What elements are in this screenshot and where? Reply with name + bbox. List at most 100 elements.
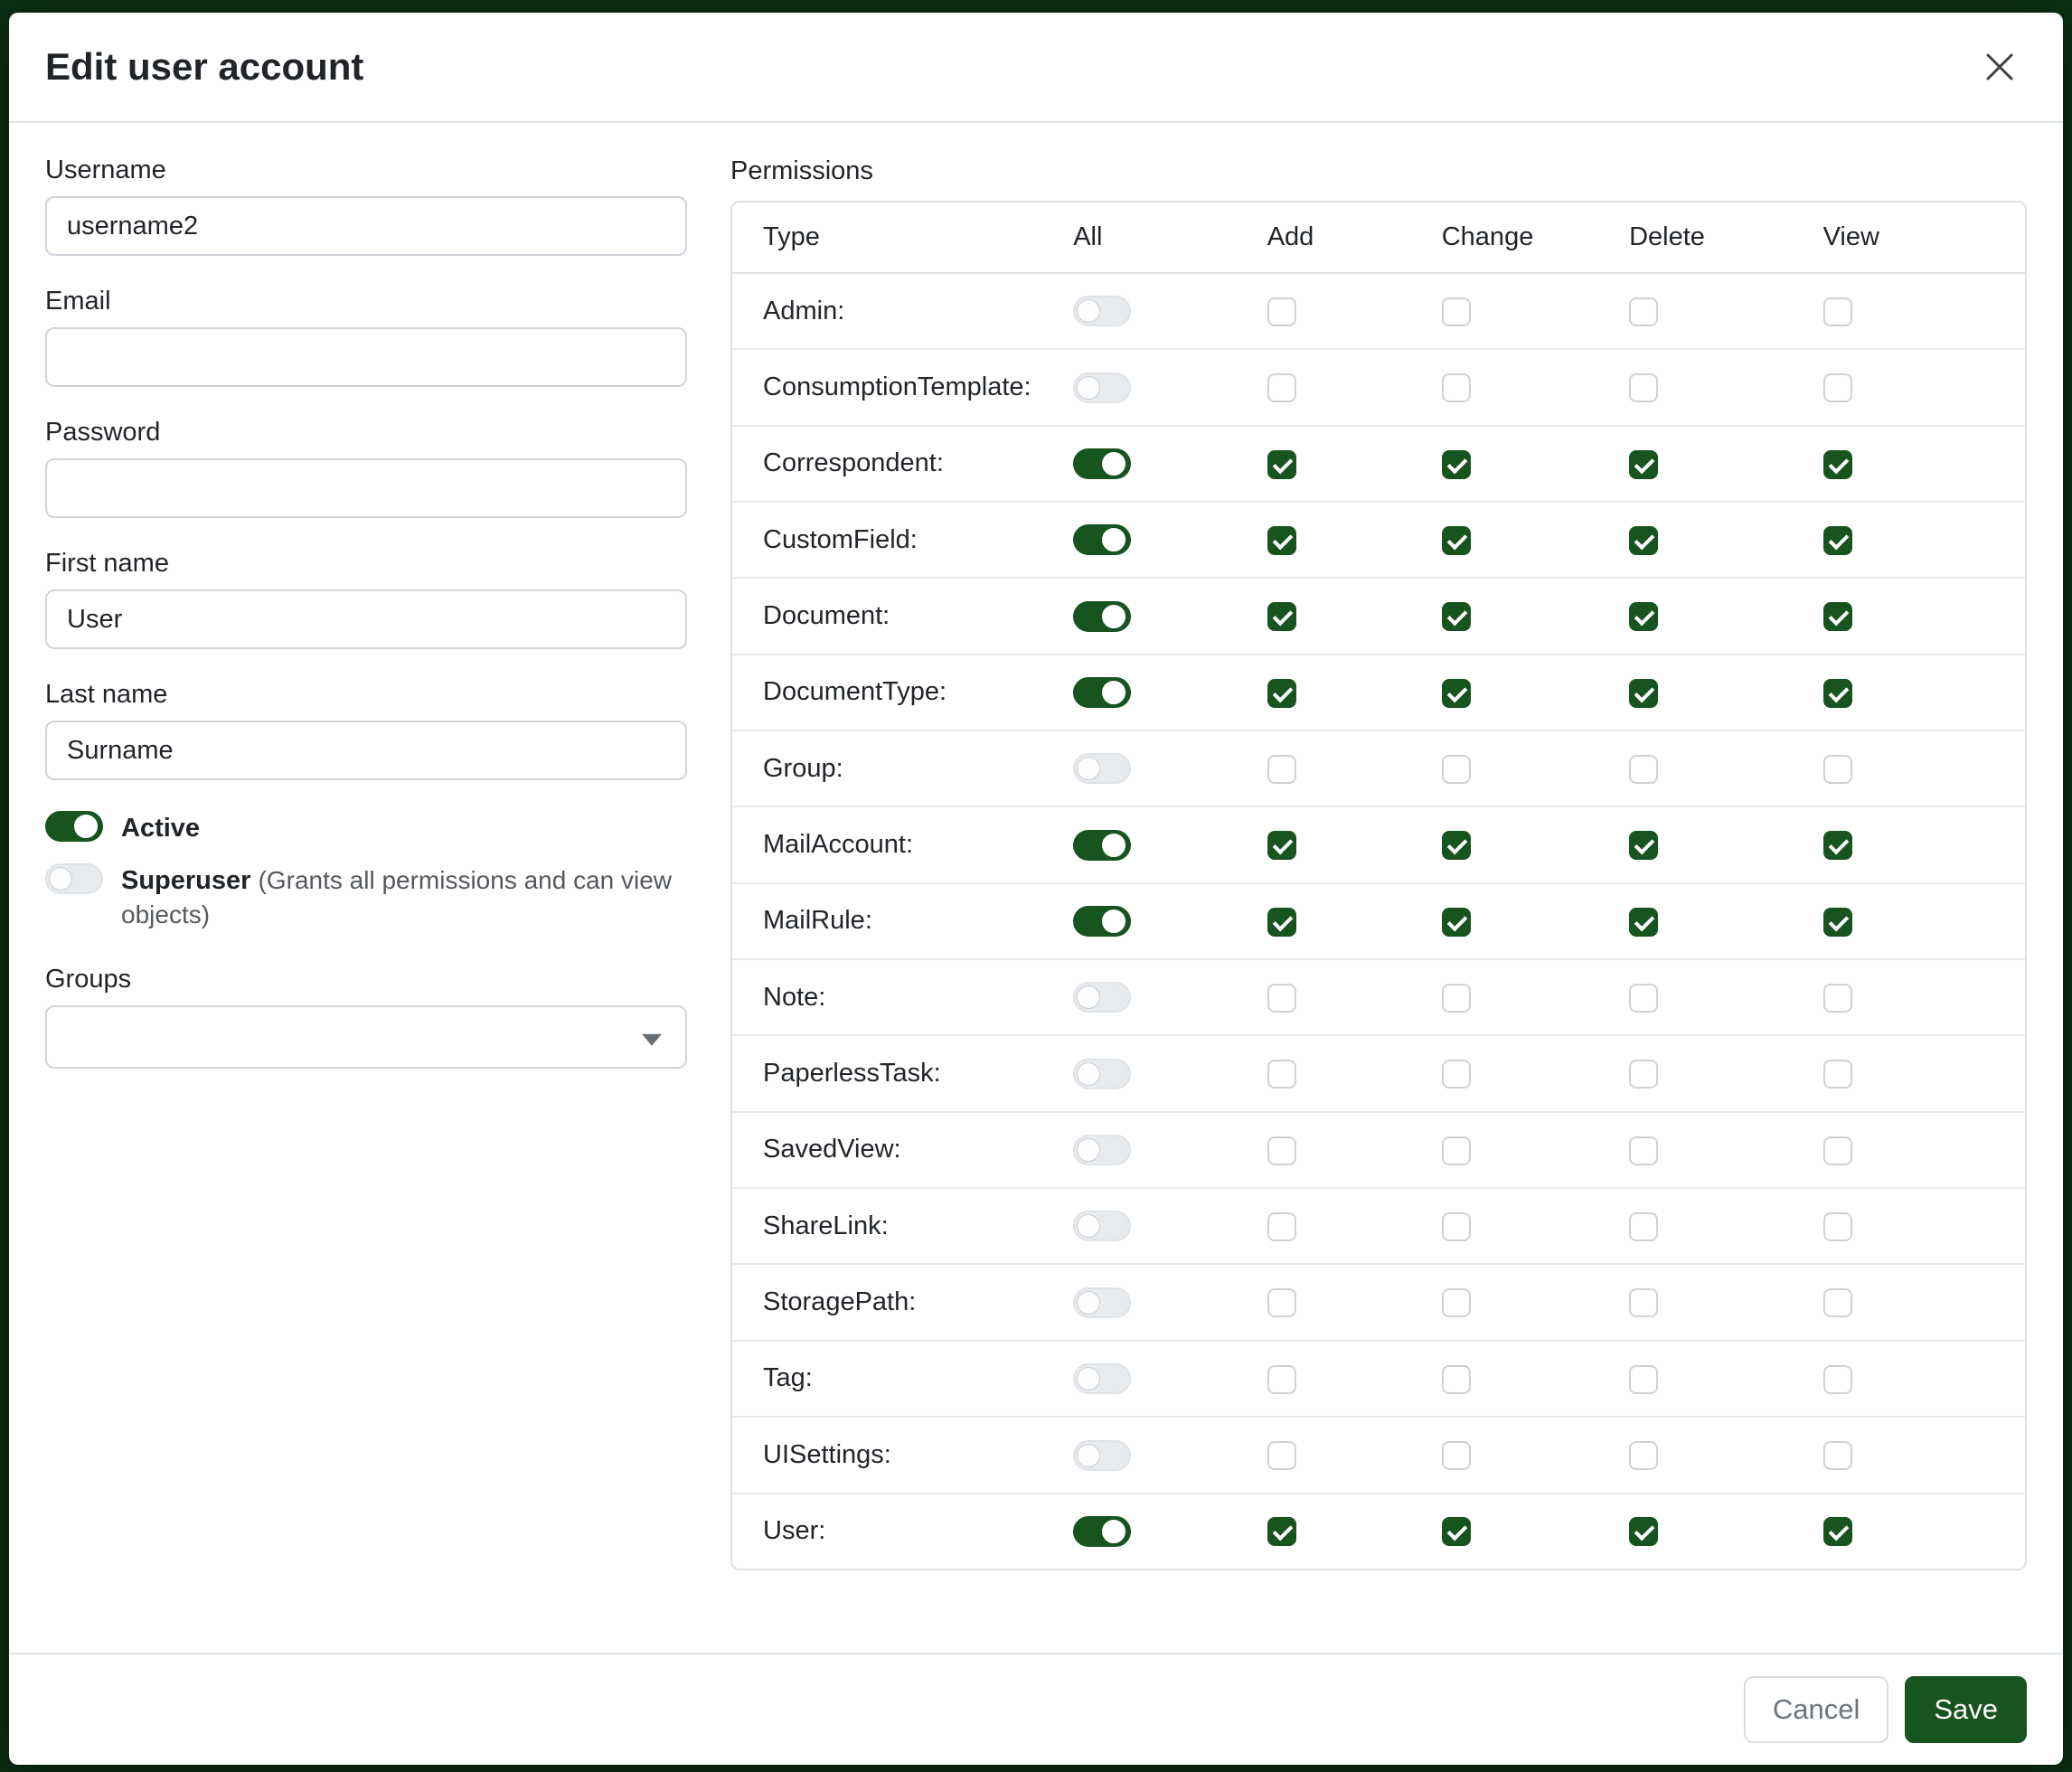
- permission-delete-checkbox[interactable]: [1629, 1517, 1658, 1546]
- cancel-button[interactable]: Cancel: [1744, 1676, 1889, 1743]
- permission-all-toggle[interactable]: [1073, 982, 1131, 1013]
- permission-add-checkbox[interactable]: [1267, 1441, 1296, 1470]
- permission-add-checkbox[interactable]: [1267, 297, 1296, 326]
- save-button[interactable]: Save: [1905, 1676, 2027, 1743]
- permission-delete-checkbox[interactable]: [1629, 908, 1658, 937]
- permission-row: Group:: [732, 731, 2025, 807]
- permission-all-toggle[interactable]: [1073, 296, 1131, 326]
- permission-view-checkbox[interactable]: [1823, 1060, 1852, 1089]
- permission-add-checkbox[interactable]: [1267, 1060, 1296, 1089]
- permission-view-checkbox[interactable]: [1823, 984, 1852, 1013]
- permission-view-checkbox[interactable]: [1823, 1288, 1852, 1317]
- permission-change-checkbox[interactable]: [1442, 908, 1471, 937]
- permission-all-toggle[interactable]: [1073, 524, 1131, 555]
- permission-delete-checkbox[interactable]: [1629, 831, 1658, 860]
- permission-add-checkbox[interactable]: [1267, 1517, 1296, 1546]
- permission-add-checkbox[interactable]: [1267, 908, 1296, 937]
- permission-change-checkbox[interactable]: [1442, 526, 1471, 555]
- permission-add-checkbox[interactable]: [1267, 1136, 1296, 1165]
- permission-delete-checkbox[interactable]: [1629, 679, 1658, 708]
- permission-type-label: StoragePath:: [732, 1265, 1042, 1341]
- password-field[interactable]: [45, 458, 687, 518]
- permission-delete-checkbox[interactable]: [1629, 1212, 1658, 1241]
- permission-view-checkbox[interactable]: [1823, 679, 1852, 708]
- permission-view-checkbox[interactable]: [1823, 297, 1852, 326]
- permission-change-checkbox[interactable]: [1442, 1136, 1471, 1165]
- permission-change-checkbox[interactable]: [1442, 831, 1471, 860]
- permission-all-toggle[interactable]: [1073, 1440, 1131, 1471]
- permission-add-checkbox[interactable]: [1267, 679, 1296, 708]
- permission-change-checkbox[interactable]: [1442, 1060, 1471, 1089]
- permission-view-checkbox[interactable]: [1823, 373, 1852, 402]
- permission-change-checkbox[interactable]: [1442, 1212, 1471, 1241]
- active-toggle[interactable]: [45, 811, 103, 842]
- close-button[interactable]: [1973, 40, 2027, 94]
- permission-add-checkbox[interactable]: [1267, 1365, 1296, 1394]
- groups-select[interactable]: [45, 1005, 687, 1069]
- permission-delete-checkbox[interactable]: [1629, 1136, 1658, 1165]
- permission-change-checkbox[interactable]: [1442, 602, 1471, 631]
- permission-delete-checkbox[interactable]: [1629, 373, 1658, 402]
- user-form: Username Email Password First name Last …: [45, 156, 687, 1099]
- permission-all-toggle[interactable]: [1073, 1059, 1131, 1089]
- permission-add-checkbox[interactable]: [1267, 526, 1296, 555]
- permission-view-checkbox[interactable]: [1823, 1441, 1852, 1470]
- permission-add-checkbox[interactable]: [1267, 1212, 1296, 1241]
- permission-view-checkbox[interactable]: [1823, 450, 1852, 479]
- permission-view-checkbox[interactable]: [1823, 1212, 1852, 1241]
- permission-delete-checkbox[interactable]: [1629, 1365, 1658, 1394]
- permission-delete-checkbox[interactable]: [1629, 755, 1658, 784]
- permission-delete-checkbox[interactable]: [1629, 1288, 1658, 1317]
- permission-change-checkbox[interactable]: [1442, 1365, 1471, 1394]
- permission-all-toggle[interactable]: [1073, 906, 1131, 937]
- permission-view-checkbox[interactable]: [1823, 1517, 1852, 1546]
- permission-add-checkbox[interactable]: [1267, 602, 1296, 631]
- permission-delete-checkbox[interactable]: [1629, 1441, 1658, 1470]
- permission-all-toggle[interactable]: [1073, 753, 1131, 784]
- permission-change-checkbox[interactable]: [1442, 1517, 1471, 1546]
- permission-view-checkbox[interactable]: [1823, 908, 1852, 937]
- permission-all-toggle[interactable]: [1073, 601, 1131, 632]
- permission-change-checkbox[interactable]: [1442, 373, 1471, 402]
- permission-all-toggle[interactable]: [1073, 1363, 1131, 1394]
- permission-add-checkbox[interactable]: [1267, 1288, 1296, 1317]
- permission-add-checkbox[interactable]: [1267, 373, 1296, 402]
- permission-all-toggle[interactable]: [1073, 677, 1131, 708]
- permission-change-checkbox[interactable]: [1442, 1288, 1471, 1317]
- permission-change-checkbox[interactable]: [1442, 450, 1471, 479]
- permission-all-toggle[interactable]: [1073, 1287, 1131, 1318]
- permission-delete-checkbox[interactable]: [1629, 1060, 1658, 1089]
- permission-change-checkbox[interactable]: [1442, 755, 1471, 784]
- permission-change-checkbox[interactable]: [1442, 1441, 1471, 1470]
- permission-all-toggle[interactable]: [1073, 1135, 1131, 1165]
- permission-view-checkbox[interactable]: [1823, 1136, 1852, 1165]
- permission-delete-checkbox[interactable]: [1629, 602, 1658, 631]
- permission-delete-checkbox[interactable]: [1629, 297, 1658, 326]
- permission-add-checkbox[interactable]: [1267, 984, 1296, 1013]
- permission-all-toggle[interactable]: [1073, 1211, 1131, 1241]
- permission-row: ShareLink:: [732, 1189, 2025, 1265]
- permission-add-checkbox[interactable]: [1267, 450, 1296, 479]
- permission-change-checkbox[interactable]: [1442, 679, 1471, 708]
- last-name-input[interactable]: [45, 721, 687, 780]
- first-name-input[interactable]: [45, 589, 687, 649]
- permission-view-checkbox[interactable]: [1823, 526, 1852, 555]
- superuser-toggle[interactable]: [45, 863, 103, 894]
- permission-all-toggle[interactable]: [1073, 372, 1131, 403]
- permission-view-checkbox[interactable]: [1823, 831, 1852, 860]
- permission-view-checkbox[interactable]: [1823, 602, 1852, 631]
- permission-change-checkbox[interactable]: [1442, 984, 1471, 1013]
- username-input[interactable]: [45, 196, 687, 256]
- permission-add-checkbox[interactable]: [1267, 831, 1296, 860]
- permission-delete-checkbox[interactable]: [1629, 450, 1658, 479]
- permission-all-toggle[interactable]: [1073, 830, 1131, 861]
- permission-delete-checkbox[interactable]: [1629, 526, 1658, 555]
- permission-view-checkbox[interactable]: [1823, 1365, 1852, 1394]
- permission-all-toggle[interactable]: [1073, 448, 1131, 479]
- permission-add-checkbox[interactable]: [1267, 755, 1296, 784]
- permission-view-checkbox[interactable]: [1823, 755, 1852, 784]
- permission-all-toggle[interactable]: [1073, 1516, 1131, 1547]
- permission-delete-checkbox[interactable]: [1629, 984, 1658, 1013]
- email-field[interactable]: [45, 327, 687, 387]
- permission-change-checkbox[interactable]: [1442, 297, 1471, 326]
